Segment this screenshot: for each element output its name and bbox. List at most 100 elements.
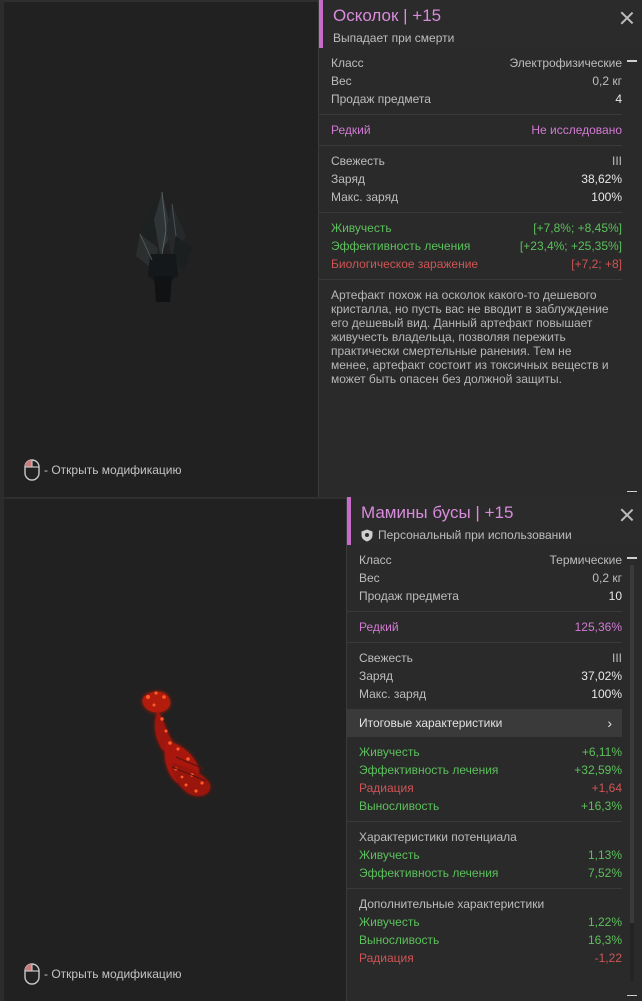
glowing-beads-image <box>142 691 211 796</box>
potential-label: Эффективность лечения <box>359 866 499 880</box>
prop-row: Класс Электрофизические <box>331 54 622 72</box>
additional-value: -1,22 <box>594 951 622 965</box>
prop-row: Продаж предмета 10 <box>359 587 622 605</box>
state-section: Свежесть III Заряд 38,62% Макс. заряд 100% <box>319 145 622 212</box>
mouse-left-click-icon <box>24 963 40 985</box>
item-description: Артефакт похож на осколок какого-то деше… <box>319 279 622 394</box>
props-section: Класс Термические Вес 0,2 кг Продаж предме… <box>347 545 622 611</box>
state-value: 38,62% <box>581 172 622 186</box>
rarity-value: Не исследовано <box>531 123 622 137</box>
prop-row: Вес 0,2 кг <box>331 72 622 90</box>
state-row: Заряд 38,62% <box>331 170 622 188</box>
potential-row: Живучесть 1,13% <box>359 846 622 864</box>
scroll-track[interactable] <box>630 565 634 981</box>
rarity-row: Редкий 125,36% <box>359 618 622 636</box>
artifact-preview: - Открыть модификацию <box>0 0 318 497</box>
summary-label: Радиация <box>359 781 414 795</box>
state-label: Свежесть <box>359 651 413 665</box>
state-value: 37,02% <box>581 669 622 683</box>
state-row: Заряд 37,02% <box>359 667 622 685</box>
close-button[interactable] <box>620 508 634 522</box>
prop-value: 0,2 кг <box>592 74 622 88</box>
prop-row: Продаж предмета 4 <box>331 90 622 108</box>
additional-section: Дополнительные характеристики Живучесть 1… <box>347 888 622 973</box>
state-value: III <box>611 154 622 168</box>
potential-label: Живучесть <box>359 848 420 862</box>
prop-value: 4 <box>615 92 622 106</box>
additional-row: Радиация -1,22 <box>359 949 622 967</box>
scroll-up-button[interactable] <box>627 60 637 62</box>
state-value: 100% <box>591 687 622 701</box>
additional-label: Выносливость <box>359 933 440 947</box>
summary-label: Выносливость <box>359 799 440 813</box>
effect-label: Эффективность лечения <box>331 239 471 253</box>
summary-row: Выносливость +16,3% <box>359 797 622 815</box>
rarity-row: Редкий Не исследовано <box>331 121 622 139</box>
mouse-left-click-icon <box>24 459 40 481</box>
item-title: Мамины бусы | +15 <box>361 503 514 522</box>
additional-value: 16,3% <box>587 933 622 947</box>
prop-value: Термические <box>549 553 622 567</box>
scroll-down-button[interactable] <box>627 490 637 492</box>
summary-label: Эффективность лечения <box>359 763 499 777</box>
open-modification-hint[interactable]: - Открыть модификацию <box>24 459 182 481</box>
potential-row: Эффективность лечения 7,52% <box>359 864 622 882</box>
item-details: Класс Электрофизические Вес 0,2 кг Продаж … <box>319 48 622 497</box>
item-header: Мамины бусы | +15 Персональный при испол… <box>347 497 642 545</box>
prop-row: Вес 0,2 кг <box>359 569 622 587</box>
potential-value: 7,52% <box>587 866 622 880</box>
prop-label: Вес <box>331 74 352 88</box>
artifact-panel-beads: - Открыть модификацию Мамины бусы | +15 … <box>0 497 642 1001</box>
state-label: Заряд <box>331 172 365 186</box>
effect-row: Биологическое заражение [+7,2; +8] <box>331 255 622 273</box>
scroll-down-button[interactable] <box>627 994 637 996</box>
rarity-value: 125,36% <box>574 620 622 634</box>
prop-label: Класс <box>359 553 392 567</box>
summary-row: Радиация +1,64 <box>359 779 622 797</box>
total-stats-expander[interactable]: Итоговые характеристики › <box>347 709 622 737</box>
open-modification-hint[interactable]: - Открыть модификацию <box>24 963 182 985</box>
prop-label: Класс <box>331 56 364 70</box>
summary-section: Живучесть +6,11% Эффективность лечения +32… <box>347 737 622 821</box>
potential-section: Характеристики потенциала Живучесть 1,13%… <box>347 821 622 888</box>
prop-label: Продаж предмета <box>331 92 431 106</box>
prop-row: Класс Термические <box>359 551 622 569</box>
prop-label: Продаж предмета <box>359 589 459 603</box>
effect-label: Биологическое заражение <box>331 257 479 271</box>
total-stats-label: Итоговые характеристики <box>359 716 503 730</box>
scroll-thumb[interactable] <box>630 565 634 923</box>
effects-section: Живучесть [+7,8%; +8,45%] Эффективность л… <box>319 212 622 279</box>
state-label: Свежесть <box>331 154 385 168</box>
state-label: Макс. заряд <box>331 190 399 204</box>
additional-row: Выносливость 16,3% <box>359 931 622 949</box>
scrollbar[interactable] <box>622 545 642 1001</box>
additional-label: Живучесть <box>359 915 420 929</box>
artifact-info: Мамины бусы | +15 Персональный при испол… <box>346 497 642 1001</box>
additional-title: Дополнительные характеристики <box>359 897 545 911</box>
effect-row: Эффективность лечения [+23,4%; +25,35%] <box>331 237 622 255</box>
chevron-right-icon: › <box>607 715 612 731</box>
open-modification-label: - Открыть модификацию <box>44 463 182 477</box>
summary-value: +6,11% <box>581 745 622 759</box>
state-row: Свежесть III <box>359 649 622 667</box>
prop-label: Вес <box>359 571 380 585</box>
potential-value: 1,13% <box>587 848 622 862</box>
rarity-label: Редкий <box>331 123 371 137</box>
scroll-up-button[interactable] <box>627 557 637 559</box>
effect-value: [+23,4%; +25,35%] <box>519 239 622 253</box>
item-subtitle: Персональный при использовании <box>361 528 642 542</box>
additional-label: Радиация <box>359 951 414 965</box>
item-subtitle: Выпадает при смерти <box>333 31 642 45</box>
state-row: Свежесть III <box>331 152 622 170</box>
close-button[interactable] <box>620 11 634 25</box>
open-modification-label: - Открыть модификацию <box>44 967 182 981</box>
scrollbar[interactable] <box>622 48 642 497</box>
state-section: Свежесть III Заряд 37,02% Макс. заряд 100% <box>347 642 622 709</box>
summary-value: +16,3% <box>580 799 622 813</box>
summary-value: +1,64 <box>591 781 622 795</box>
state-row: Макс. заряд 100% <box>359 685 622 703</box>
rarity-section: Редкий 125,36% <box>347 611 622 642</box>
prop-value: Электрофизические <box>509 56 622 70</box>
effect-row: Живучесть [+7,8%; +8,45%] <box>331 219 622 237</box>
rarity-label: Редкий <box>359 620 399 634</box>
